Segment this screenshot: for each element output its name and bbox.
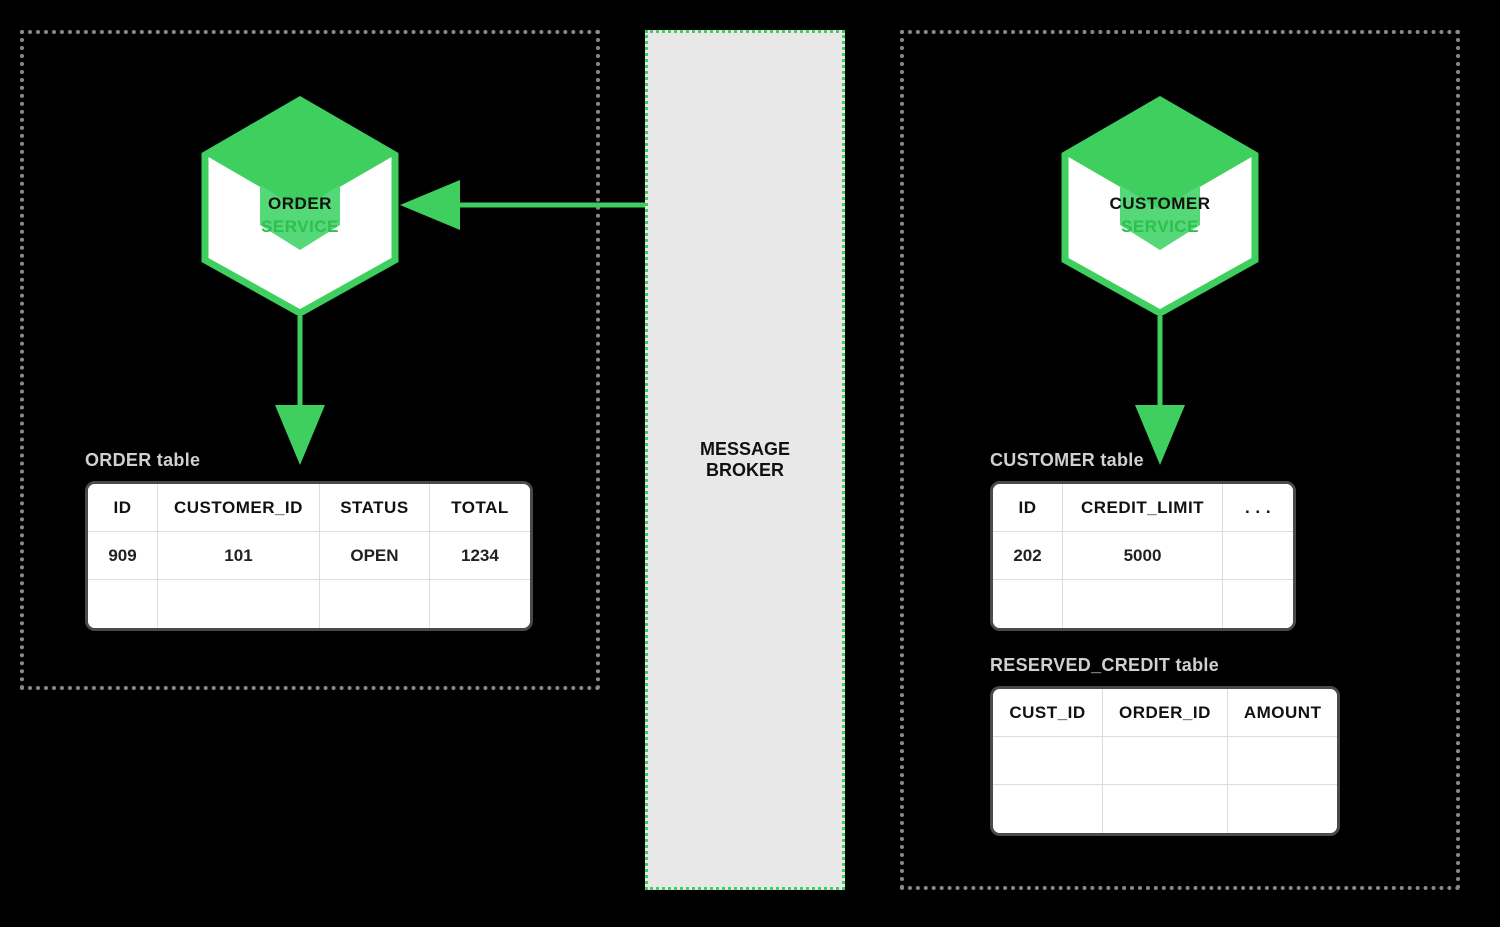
customer-table: ID CREDIT_LIMIT . . . 202 5000 [990,481,1296,631]
customer-table-wrap: CUSTOMER table ID CREDIT_LIMIT . . . 202… [990,450,1296,631]
order-service-name-line1: ORDER [268,194,332,213]
rc-th-1: ORDER_ID [1103,689,1228,737]
rc-th-0: CUST_ID [993,689,1103,737]
order-th-0: ID [88,484,158,532]
order-table-wrap: ORDER table ID CUSTOMER_ID STATUS TOTAL … [85,450,533,631]
rc-th-2: AMOUNT [1228,689,1338,737]
reserved-credit-table-title: RESERVED_CREDIT table [990,655,1340,676]
message-broker: MESSAGE BROKER [645,30,845,890]
reserved-credit-table: CUST_ID ORDER_ID AMOUNT [990,686,1340,836]
table-row [88,580,530,628]
customer-service-name-line2: SERVICE [1121,217,1199,236]
customer-service-name-line1: CUSTOMER [1110,194,1211,213]
order-service-name-line2: SERVICE [261,217,339,236]
order-service-hexagon: ORDER SERVICE [200,95,400,315]
broker-line1: MESSAGE [700,439,790,459]
table-row [993,737,1337,785]
customer-th-2: . . . [1223,484,1293,532]
table-row [993,580,1293,628]
reserved-credit-table-wrap: RESERVED_CREDIT table CUST_ID ORDER_ID A… [990,655,1340,836]
customer-service-hexagon: CUSTOMER SERVICE [1060,95,1260,315]
order-table-title: ORDER table [85,450,533,471]
broker-line2: BROKER [706,460,784,480]
table-row: 909 101 OPEN 1234 [88,532,530,580]
order-th-1: CUSTOMER_ID [158,484,320,532]
order-th-3: TOTAL [430,484,530,532]
order-table: ID CUSTOMER_ID STATUS TOTAL 909 101 OPEN… [85,481,533,631]
table-row: 202 5000 [993,532,1293,580]
table-row [993,785,1337,833]
order-th-2: STATUS [320,484,430,532]
customer-table-title: CUSTOMER table [990,450,1296,471]
customer-th-1: CREDIT_LIMIT [1063,484,1223,532]
diagram-canvas: MESSAGE BROKER ORDER SERVICE CUSTOMER SE… [0,0,1500,927]
customer-th-0: ID [993,484,1063,532]
